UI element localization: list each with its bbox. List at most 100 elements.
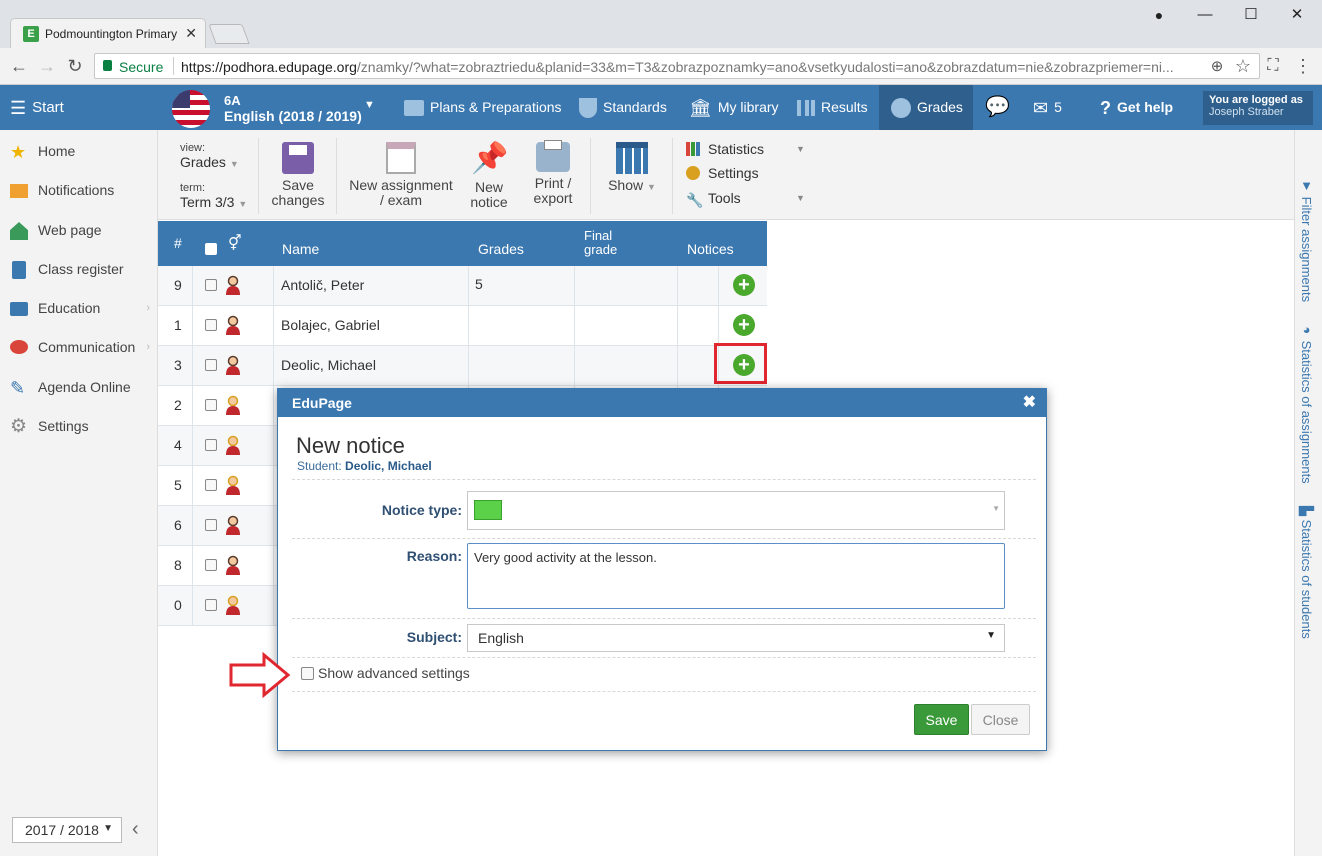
row-checkbox[interactable] (205, 279, 217, 291)
student-name[interactable]: Deolic, Michael (281, 346, 376, 386)
menu-dots-icon[interactable]: ⋮ (1292, 56, 1314, 76)
view-selector[interactable]: view: Grades ▼ (180, 142, 239, 170)
grade-cell[interactable]: 5 (475, 266, 483, 306)
pen-icon: ✎ (10, 378, 26, 398)
class-name: 6A (224, 93, 241, 108)
term-selector[interactable]: term: Term 3/3 ▼ (180, 182, 247, 210)
nav-plans[interactable]: Plans & Preparations (404, 85, 562, 130)
advanced-settings-checkbox[interactable] (301, 667, 314, 680)
col-notices[interactable]: Notices (687, 221, 734, 266)
save-changes-button[interactable]: Save changes (270, 142, 326, 208)
row-checkbox[interactable] (205, 519, 217, 531)
user-account[interactable]: You are logged as Joseph Straber (1203, 91, 1313, 125)
row-checkbox[interactable] (205, 319, 217, 331)
col-grades[interactable]: Grades (478, 221, 524, 266)
collapse-sidebar-icon[interactable]: ‹ (132, 818, 139, 841)
statistics-menu[interactable]: Statistics ▼ (686, 138, 810, 160)
chat-icon[interactable]: 💬 (985, 85, 1010, 130)
sidebar-item-settings[interactable]: ⚙ Settings (0, 407, 158, 446)
zoom-icon[interactable]: ⊕ (1206, 57, 1228, 77)
row-checkbox[interactable] (205, 439, 217, 451)
term-value: Term 3/3 ▼ (180, 194, 248, 210)
gender-icon[interactable]: ⚥ (228, 221, 242, 266)
forward-icon[interactable]: → (36, 56, 58, 76)
sidebar-label: Class register (38, 261, 124, 277)
url-text[interactable]: https://podhora.edupage.org/znamky/?what… (181, 59, 1191, 75)
col-final-grade[interactable]: Final grade (584, 229, 617, 257)
notice-type-select[interactable]: ▼ (467, 491, 1005, 530)
messages-button[interactable]: ✉ 5 (1033, 85, 1062, 130)
url-path: /znamky/?what=zobraztriedu&planid=33&m=T… (356, 59, 1174, 75)
row-checkbox[interactable] (205, 479, 217, 491)
cell-divider (192, 466, 193, 506)
dialog-close-icon[interactable]: ✖ (1023, 389, 1036, 417)
col-name[interactable]: Name (282, 221, 319, 266)
new-assignment-button[interactable]: New assignment / exam (346, 142, 456, 208)
statistics-label: Statistics (708, 141, 765, 157)
save-button[interactable]: Save (914, 704, 969, 735)
table-row: 3 Deolic, Michael + (158, 346, 767, 386)
nav-results[interactable]: Results (797, 85, 868, 130)
profile-icon[interactable]: ● (1136, 4, 1182, 26)
nav-grades[interactable]: Grades (879, 85, 973, 130)
new-notice-button[interactable]: 📌 New notice (466, 142, 512, 210)
filter-assignments-tab[interactable]: ▼ Filter assignments (1299, 178, 1314, 302)
dropdown-arrow-icon: ▼ (103, 823, 113, 834)
sidebar-label: Agenda Online (38, 379, 131, 395)
student-name[interactable]: Antolič, Peter (281, 266, 364, 306)
sidebar-item-home[interactable]: ★ Home (0, 132, 158, 171)
right-panel: ▼ Filter assignments ◕ Statistics of ass… (1294, 130, 1322, 856)
sidebar-item-communication[interactable]: Communication › (0, 328, 158, 367)
new-tab-button[interactable] (208, 24, 250, 44)
select-all-checkbox[interactable] (205, 243, 217, 255)
close-tab-icon[interactable]: ✕ (185, 25, 197, 42)
row-checkbox[interactable] (205, 559, 217, 571)
address-bar[interactable]: Secure https://podhora.edupage.org/znamk… (94, 53, 1260, 79)
nav-my-library[interactable]: 🏛 My library (689, 85, 779, 130)
cell-divider (273, 466, 274, 506)
back-icon[interactable]: ← (8, 56, 30, 76)
cell-divider (192, 306, 193, 346)
statistics-students-tab[interactable]: ▙ Statistics of students (1299, 506, 1314, 639)
close-button[interactable]: Close (971, 704, 1030, 735)
school-year-select[interactable]: 2017 / 2018 ▼ (12, 817, 122, 843)
tools-label: Tools (708, 190, 741, 206)
reload-icon[interactable]: ↻ (64, 56, 86, 76)
row-checkbox[interactable] (205, 599, 217, 611)
help-button[interactable]: ? Get help (1100, 85, 1173, 130)
class-selector[interactable]: 6A English (2018 / 2019) (224, 93, 362, 124)
statistics-assignments-tab[interactable]: ◕ Statistics of assignments (1299, 322, 1314, 484)
row-checkbox[interactable] (205, 359, 217, 371)
cast-icon[interactable]: ⛶ (1262, 56, 1284, 76)
nav-standards[interactable]: Standards (579, 85, 667, 130)
sidebar-item-class-register[interactable]: Class register (0, 250, 158, 289)
tools-menu[interactable]: 🔧 Tools ▼ (686, 187, 810, 209)
print-export-button[interactable]: Print / export (528, 140, 578, 206)
row-checkbox[interactable] (205, 399, 217, 411)
user-name: Joseph Straber (1209, 106, 1284, 118)
reason-textarea[interactable]: Very good activity at the lesson. (467, 543, 1005, 609)
bookmark-star-icon[interactable]: ☆ (1232, 56, 1254, 76)
advanced-settings-label[interactable]: Show advanced settings (318, 665, 470, 681)
row-number: 5 (174, 477, 182, 493)
class-dropdown-icon[interactable]: ▼ (364, 99, 375, 111)
browser-tab[interactable]: E Podmountington Primary ✕ (10, 18, 206, 48)
start-menu-button[interactable]: ☰ Start (10, 85, 64, 130)
add-notice-button[interactable]: + (733, 314, 755, 336)
subject-select[interactable]: English ▼ (467, 624, 1005, 652)
sidebar-item-notifications[interactable]: Notifications (0, 171, 158, 210)
sidebar-item-education[interactable]: Education › (0, 289, 158, 328)
cell-divider (273, 346, 274, 386)
new-notice-label-2: notice (470, 194, 508, 210)
settings-menu[interactable]: Settings (686, 162, 759, 184)
close-window-button[interactable]: ✕ (1274, 4, 1320, 26)
subject-year: English (2018 / 2019) (224, 108, 362, 124)
table-row: 1 Bolajec, Gabriel + (158, 306, 767, 346)
show-button[interactable]: Show ▼ (602, 142, 662, 195)
sidebar-item-agenda-online[interactable]: ✎ Agenda Online (0, 368, 158, 407)
maximize-button[interactable]: ☐ (1228, 4, 1274, 26)
add-notice-button[interactable]: + (733, 274, 755, 296)
minimize-button[interactable]: — (1182, 4, 1228, 26)
sidebar-item-web-page[interactable]: Web page (0, 211, 158, 250)
student-name[interactable]: Bolajec, Gabriel (281, 306, 380, 346)
